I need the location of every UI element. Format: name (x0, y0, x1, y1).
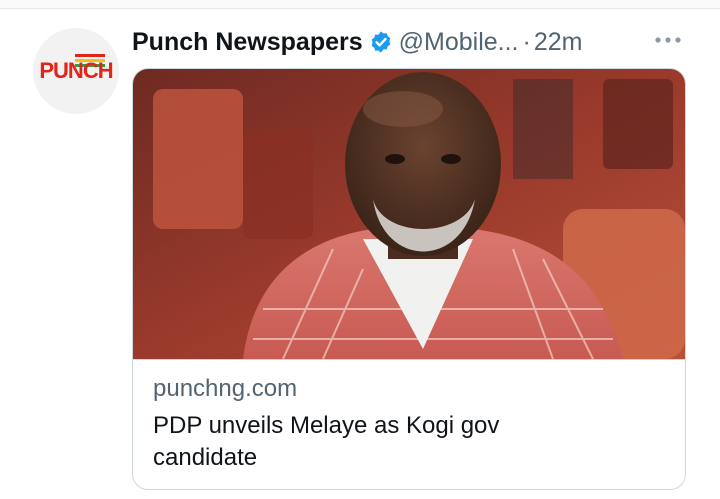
more-options-button[interactable] (654, 28, 682, 52)
logo-stripe-red (75, 54, 105, 57)
avatar-logo-text: PUNCH (39, 58, 113, 83)
card-text: punchng.com PDP unveils Melaye as Kogi g… (133, 360, 685, 474)
card-headline[interactable]: PDP unveils Melaye as Kogi gov candidate (153, 410, 573, 474)
more-dots-icon (655, 37, 681, 43)
top-divider (0, 0, 720, 9)
card-domain: punchng.com (153, 375, 298, 402)
news-photo[interactable] (133, 69, 685, 360)
author-name[interactable]: Punch Newspapers (132, 28, 363, 57)
separator-dot: · (522, 27, 531, 56)
author-handle[interactable]: @Mobile... (399, 28, 519, 57)
link-preview-card[interactable]: punchng.com PDP unveils Melaye as Kogi g… (132, 68, 686, 490)
tweet-header: Punch Newspapers @Mobile... · 22m (132, 24, 582, 60)
verified-badge-icon (371, 31, 391, 53)
avatar[interactable]: PUNCH (33, 28, 119, 114)
timestamp[interactable]: 22m (534, 28, 583, 57)
